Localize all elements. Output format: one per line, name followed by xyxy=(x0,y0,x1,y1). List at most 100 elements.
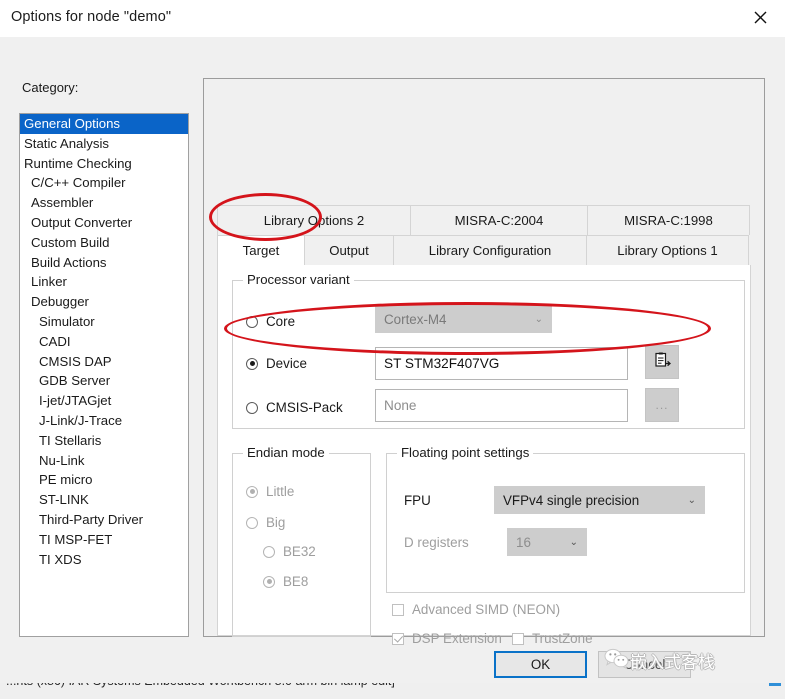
tab-strip: Library Options 2 MISRA-C:2004 MISRA-C:1… xyxy=(217,205,751,265)
tab-misra-c-2004[interactable]: MISRA-C:2004 xyxy=(410,205,588,235)
tab-target[interactable]: Target xyxy=(217,235,305,265)
clipped-path-text: ...hts (x86) IAR Systems Embedded Workbe… xyxy=(6,683,395,688)
checkbox-trustzone[interactable]: TrustZone xyxy=(512,631,593,646)
category-list[interactable]: General Options Static Analysis Runtime Ch… xyxy=(19,113,189,637)
radio-label: CMSIS-Pack xyxy=(266,400,343,415)
cmsis-pack-value: None xyxy=(384,398,417,413)
category-item[interactable]: CADI xyxy=(20,332,188,352)
radio-endian-be8[interactable]: BE8 xyxy=(263,574,308,589)
checkbox-box xyxy=(392,632,404,645)
cancel-button[interactable]: Cancel xyxy=(598,651,691,678)
checkbox-label: TrustZone xyxy=(532,631,593,646)
radio-endian-big[interactable]: Big xyxy=(246,515,285,530)
chevron-down-icon: ⌄ xyxy=(534,313,543,325)
core-select[interactable]: Cortex-M4 ⌄ xyxy=(375,305,552,333)
radio-label: BE8 xyxy=(283,574,309,589)
tab-misra-c-1998[interactable]: MISRA-C:1998 xyxy=(587,205,750,235)
radio-dot xyxy=(246,315,258,328)
ok-button-label: OK xyxy=(530,657,551,672)
radio-dot xyxy=(246,357,258,370)
category-item[interactable]: Debugger xyxy=(20,292,188,312)
core-value: Cortex-M4 xyxy=(384,311,447,327)
d-registers-select[interactable]: 16 ⌄ xyxy=(507,528,587,556)
device-input[interactable]: ST STM32F407VG xyxy=(375,347,628,380)
category-item[interactable]: J-Link/J-Trace xyxy=(20,411,188,431)
d-registers-label: D registers xyxy=(404,535,469,550)
processor-variant-title: Processor variant xyxy=(243,272,354,287)
checkbox-dsp-extension[interactable]: DSP Extension xyxy=(392,631,502,646)
category-item[interactable]: Static Analysis xyxy=(20,134,188,154)
radio-label: Big xyxy=(266,515,286,530)
chevron-down-icon: ⌄ xyxy=(569,536,578,548)
category-item[interactable]: Nu-Link xyxy=(20,451,188,471)
radio-device[interactable]: Device xyxy=(246,356,307,371)
checkbox-label: Advanced SIMD (NEON) xyxy=(412,602,561,617)
device-picker-button[interactable] xyxy=(645,345,679,379)
radio-label: Core xyxy=(266,314,296,329)
category-item[interactable]: Simulator xyxy=(20,312,188,332)
radio-dot xyxy=(246,401,258,414)
floating-point-group: Floating point settings xyxy=(386,445,745,593)
title-bar: Options for node "demo" xyxy=(0,0,785,37)
tab-library-options-2[interactable]: Library Options 2 xyxy=(217,205,411,235)
category-item[interactable]: Custom Build xyxy=(20,233,188,253)
category-item[interactable]: Linker xyxy=(20,272,188,292)
radio-label: BE32 xyxy=(283,544,316,559)
category-item[interactable]: I-jet/JTAGjet xyxy=(20,391,188,411)
radio-endian-little[interactable]: Little xyxy=(246,484,294,499)
category-label: Category: xyxy=(22,80,79,95)
radio-dot xyxy=(263,545,275,558)
checkbox-box xyxy=(512,632,524,645)
category-item[interactable]: C/C++ Compiler xyxy=(20,173,188,193)
endian-mode-title: Endian mode xyxy=(243,445,329,460)
category-item[interactable]: ST-LINK xyxy=(20,490,188,510)
device-value: ST STM32F407VG xyxy=(384,356,500,371)
tab-label: Target xyxy=(242,243,280,258)
fpu-label: FPU xyxy=(404,493,431,508)
chevron-down-icon: ⌄ xyxy=(687,494,696,506)
checkbox-box xyxy=(392,603,404,616)
cmsis-pack-input[interactable]: None xyxy=(375,389,628,422)
radio-dot xyxy=(246,516,258,529)
radio-label: Device xyxy=(266,356,307,371)
tab-library-options-1[interactable]: Library Options 1 xyxy=(586,235,749,265)
checkbox-advanced-simd[interactable]: Advanced SIMD (NEON) xyxy=(392,602,560,617)
radio-cmsis-pack[interactable]: CMSIS-Pack xyxy=(246,400,343,415)
category-item[interactable]: Third-Party Driver xyxy=(20,510,188,530)
tab-row-1: Library Options 2 MISRA-C:2004 MISRA-C:1… xyxy=(217,205,751,235)
dialog-body: Category: General Options Static Analysis… xyxy=(0,37,785,683)
category-item[interactable]: GDB Server xyxy=(20,371,188,391)
d-registers-value: 16 xyxy=(516,534,531,550)
category-item[interactable]: Build Actions xyxy=(20,253,188,273)
category-item[interactable]: TI XDS xyxy=(20,550,188,570)
category-item[interactable]: General Options xyxy=(20,114,188,134)
ok-button[interactable]: OK xyxy=(494,651,587,678)
close-icon xyxy=(754,11,767,24)
radio-core[interactable]: Core xyxy=(246,314,295,329)
radio-dot xyxy=(263,575,275,588)
category-item[interactable]: TI Stellaris xyxy=(20,431,188,451)
tab-label: MISRA-C:2004 xyxy=(454,213,544,228)
cmsis-pack-browse-button[interactable]: ... xyxy=(645,388,679,422)
tab-label: Library Options 1 xyxy=(617,243,718,258)
tab-output[interactable]: Output xyxy=(304,235,394,265)
checkbox-label: DSP Extension xyxy=(412,631,502,646)
category-item[interactable]: TI MSP-FET xyxy=(20,530,188,550)
background-window-strip: ...hts (x86) IAR Systems Embedded Workbe… xyxy=(0,683,785,699)
category-item[interactable]: CMSIS DAP xyxy=(20,352,188,372)
tab-label: Output xyxy=(329,243,369,258)
close-button[interactable] xyxy=(737,0,783,35)
fpu-select[interactable]: VFPv4 single precision ⌄ xyxy=(494,486,705,514)
category-item[interactable]: Assembler xyxy=(20,193,188,213)
floating-point-title: Floating point settings xyxy=(397,445,534,460)
category-item[interactable]: Output Converter xyxy=(20,213,188,233)
category-item[interactable]: PE micro xyxy=(20,470,188,490)
blue-accent-mark xyxy=(769,683,781,686)
category-item[interactable]: Runtime Checking xyxy=(20,154,188,174)
tab-label: Library Configuration xyxy=(428,243,552,258)
radio-endian-be32[interactable]: BE32 xyxy=(263,544,316,559)
fpu-value: VFPv4 single precision xyxy=(503,492,640,508)
tab-library-configuration[interactable]: Library Configuration xyxy=(393,235,587,265)
cancel-button-label: Cancel xyxy=(623,657,666,672)
radio-label: Little xyxy=(266,484,295,499)
